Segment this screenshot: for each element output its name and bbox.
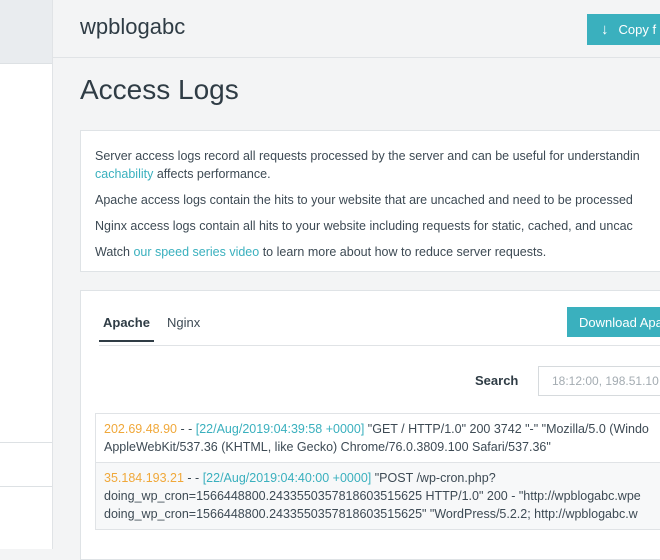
log-ip: 35.184.193.21	[104, 471, 184, 485]
sidebar-divider	[0, 486, 52, 487]
log-text: AppleWebKit/537.36 (KHTML, like Gecko) C…	[104, 440, 551, 454]
sidebar-selected-item[interactable]	[0, 0, 52, 64]
site-name: wpblogabc	[80, 14, 186, 39]
tab-apache[interactable]: Apache	[99, 313, 154, 342]
info-paragraph: Server access logs record all requests p…	[95, 147, 660, 183]
log-timestamp: [22/Aug/2019:04:39:58 +0000]	[195, 422, 365, 436]
log-entry: 35.184.193.21 - - [22/Aug/2019:04:40:00 …	[96, 462, 660, 529]
logs-card: Apache Nginx Download Apa Search 202.69.…	[80, 290, 660, 560]
search-input[interactable]	[538, 366, 660, 396]
copy-button-label: Copy f	[618, 22, 657, 37]
left-sidebar	[0, 0, 53, 549]
log-text: doing_wp_cron=1566448800.243355035781860…	[104, 489, 641, 503]
log-timestamp: [22/Aug/2019:04:40:00 +0000]	[202, 471, 372, 485]
copy-button[interactable]: ↓ Copy f	[587, 14, 660, 45]
log-text: "GET / HTTP/1.0" 200 3742 "-" "Mozilla/5…	[364, 422, 649, 436]
log-tabs: Apache Nginx	[99, 313, 213, 342]
info-text: Watch	[95, 245, 134, 259]
download-button[interactable]: Download Apa	[567, 307, 660, 337]
log-entry: 202.69.48.90 - - [22/Aug/2019:04:39:58 +…	[96, 414, 660, 462]
log-text: doing_wp_cron=1566448800.243355035781860…	[104, 507, 638, 521]
info-text: to learn more about how to reduce server…	[259, 245, 547, 259]
log-separator: - -	[183, 471, 203, 485]
log-text: "POST /wp-cron.php?	[371, 471, 496, 485]
info-paragraph: Watch our speed series video to learn mo…	[95, 243, 660, 261]
log-separator: - -	[177, 422, 196, 436]
info-paragraph: Nginx access logs contain all hits to yo…	[95, 219, 633, 233]
info-paragraph: Apache access logs contain the hits to y…	[95, 193, 633, 207]
info-text: Server access logs record all requests p…	[95, 149, 640, 163]
info-card: Server access logs record all requests p…	[80, 130, 660, 272]
log-ip: 202.69.48.90	[104, 422, 177, 436]
page-title: Access Logs	[80, 74, 239, 105]
log-list: 202.69.48.90 - - [22/Aug/2019:04:39:58 +…	[95, 413, 660, 530]
cachability-link[interactable]: cachability	[95, 167, 153, 181]
speed-series-link[interactable]: our speed series video	[133, 245, 259, 259]
arrow-down-icon: ↓	[601, 21, 609, 38]
sidebar-divider	[0, 442, 52, 443]
tab-nginx[interactable]: Nginx	[163, 313, 204, 342]
info-text: affects performance.	[153, 167, 271, 181]
header-divider	[52, 57, 660, 58]
search-label: Search	[475, 373, 519, 388]
tabs-divider	[99, 345, 660, 346]
